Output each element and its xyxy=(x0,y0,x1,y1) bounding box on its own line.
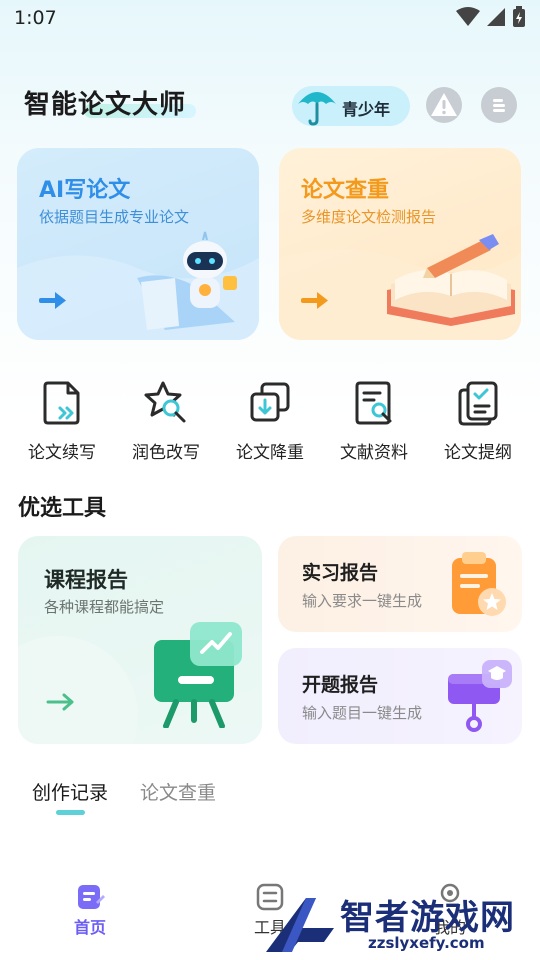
watermark-url: zzslyxefy.com xyxy=(368,934,485,952)
quick-action-label: 论文降重 xyxy=(236,443,304,463)
ai-card-title: AI写论文 xyxy=(39,178,131,203)
copy-download-icon xyxy=(250,382,290,422)
quick-action-outline[interactable]: 论文提纲 xyxy=(428,380,528,463)
quick-action-reduce-duplication[interactable]: 论文降重 xyxy=(220,380,320,463)
internship-report-card[interactable]: 实习报告 输入要求一键生成 xyxy=(278,536,522,632)
quick-actions: 论文续写 润色改写 论文降重 文献资料 论文提纲 xyxy=(0,380,540,470)
tab-plagiarism-check[interactable]: 论文查重 xyxy=(140,778,216,805)
proposal-report-card[interactable]: 开题报告 输入题目一键生成 xyxy=(278,648,522,744)
robot-illustration xyxy=(137,231,237,330)
status-bar: 1:07 xyxy=(0,0,540,36)
internship-report-title: 实习报告 xyxy=(302,562,379,584)
status-icons xyxy=(456,6,526,28)
document-search-icon xyxy=(355,381,392,425)
app-title: 智能论文大师 xyxy=(24,90,187,120)
check-card-title: 论文查重 xyxy=(301,178,390,203)
ai-card-subtitle: 依据题目生成专业论文 xyxy=(39,208,190,226)
quick-action-continue-writing[interactable]: 论文续写 xyxy=(12,380,112,463)
home-document-icon xyxy=(78,885,105,909)
graduation-board-icon xyxy=(448,660,512,732)
active-tab-indicator xyxy=(56,810,85,815)
menu-list-icon xyxy=(493,99,505,112)
proposal-report-subtitle: 输入题目一键生成 xyxy=(302,704,423,722)
document-forward-icon xyxy=(43,381,80,425)
quick-action-literature[interactable]: 文献资料 xyxy=(324,380,424,463)
battery-icon xyxy=(513,6,525,27)
nav-home[interactable]: 首页 xyxy=(50,882,130,938)
umbrella-icon xyxy=(298,92,336,126)
watermark-title: 智者游戏网 xyxy=(340,898,515,938)
wifi-icon xyxy=(456,7,480,26)
record-tabs: 创作记录 论文查重 xyxy=(0,778,540,822)
menu-button[interactable] xyxy=(481,87,517,123)
quick-action-label: 论文提纲 xyxy=(444,443,512,463)
book-illustration xyxy=(387,234,515,326)
clipboard-star-icon xyxy=(452,552,506,616)
warning-icon xyxy=(431,93,457,116)
course-report-title: 课程报告 xyxy=(44,568,128,592)
quick-action-label: 润色改写 xyxy=(132,443,200,463)
watermark-logo xyxy=(266,898,334,952)
arrow-right-icon xyxy=(39,292,66,309)
internship-report-subtitle: 输入要求一键生成 xyxy=(302,592,423,610)
proposal-report-title: 开题报告 xyxy=(302,674,379,696)
alert-button[interactable] xyxy=(426,87,462,123)
course-report-subtitle: 各种课程都能搞定 xyxy=(44,598,165,616)
check-card-subtitle: 多维度论文检测报告 xyxy=(301,208,437,226)
quick-action-label: 论文续写 xyxy=(28,443,96,463)
nav-home-label: 首页 xyxy=(73,918,106,937)
arrow-right-icon xyxy=(46,693,74,711)
course-report-card[interactable]: 课程报告 各种课程都能搞定 xyxy=(18,536,262,744)
youth-mode-button[interactable]: 青少年 xyxy=(292,86,410,126)
ai-write-card[interactable]: AI写论文 依据题目生成专业论文 xyxy=(17,148,259,340)
checklist-icon xyxy=(458,381,498,426)
watermark: 智者游戏网 zzslyxefy.com xyxy=(258,888,540,960)
arrow-right-icon xyxy=(301,292,328,309)
presentation-board-icon xyxy=(154,622,242,728)
signal-icon xyxy=(487,8,505,26)
polish-search-icon xyxy=(144,381,186,423)
quick-action-label: 文献资料 xyxy=(340,443,408,463)
quick-action-polish[interactable]: 润色改写 xyxy=(116,380,216,463)
plagiarism-check-card[interactable]: 论文查重 多维度论文检测报告 xyxy=(279,148,521,340)
youth-mode-label: 青少年 xyxy=(342,100,391,119)
section-title: 优选工具 xyxy=(18,496,107,521)
tab-creation-records[interactable]: 创作记录 xyxy=(32,778,108,805)
status-time: 1:07 xyxy=(14,7,57,29)
